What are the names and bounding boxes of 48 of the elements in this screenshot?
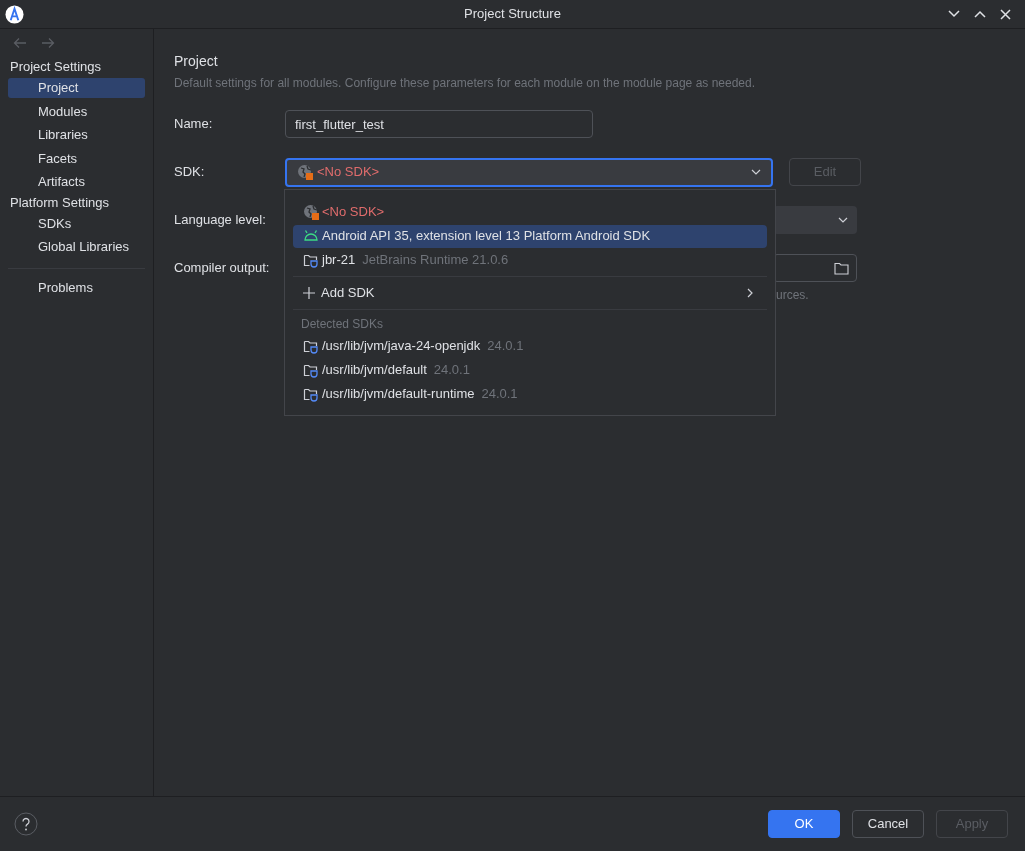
- folder-cup-icon: [303, 338, 319, 354]
- minimize-icon[interactable]: [948, 10, 960, 18]
- field-label: SDK:: [174, 163, 206, 182]
- hint-text: urces.: [776, 287, 809, 304]
- field-label: Language level:: [174, 211, 267, 230]
- sdk-option[interactable]: /usr/lib/jvm/default 24.0.1: [293, 358, 767, 382]
- sidebar-item[interactable]: Libraries: [8, 124, 145, 145]
- section-description: Default settings for all modules. Configure these parameters for each module on the module page as needed.: [174, 75, 756, 92]
- window-title: Project Structure: [464, 5, 561, 24]
- folder-cup-icon: [303, 386, 319, 402]
- sidebar-section-heading: Platform Settings: [9, 193, 110, 212]
- sdk-option[interactable]: jbr-21 JetBrains Runtime 21.0.6: [293, 248, 767, 272]
- sidebar-item[interactable]: Modules: [8, 101, 145, 122]
- dialog-button[interactable]: Cancel: [852, 810, 924, 838]
- globe-icon: [303, 204, 319, 220]
- field-label: Name:: [174, 115, 214, 134]
- chevron-down-icon: [751, 169, 761, 175]
- chevron-down-icon: [838, 217, 848, 223]
- sdk-option[interactable]: <No SDK>: [293, 200, 767, 224]
- android-icon: [303, 228, 319, 244]
- section-title: Project: [174, 53, 219, 70]
- help-icon[interactable]: [14, 812, 38, 836]
- popup-group-heading: Detected SDKs: [301, 316, 385, 333]
- sdk-dropdown[interactable]: <No SDK>: [285, 157, 773, 187]
- field-label: Compiler output:: [174, 259, 271, 278]
- maximize-icon[interactable]: [974, 10, 986, 18]
- sidebar-item[interactable]: Project: [8, 77, 145, 98]
- close-icon[interactable]: [1000, 8, 1011, 20]
- sdk-value: <No SDK>: [317, 163, 380, 182]
- sdk-option[interactable]: /usr/lib/jvm/default-runtime 24.0.1: [293, 382, 767, 406]
- dialog-button[interactable]: OK: [768, 810, 840, 838]
- globe-icon: [297, 164, 313, 180]
- add-sdk-option[interactable]: Add SDK: [293, 281, 767, 305]
- folder-icon: [834, 261, 849, 275]
- sidebar-item[interactable]: SDKs: [8, 213, 145, 234]
- folder-cup-icon: [303, 362, 319, 378]
- folder-cup-icon: [303, 252, 319, 268]
- chevron-right-icon: [747, 288, 753, 298]
- sidebar-item[interactable]: Artifacts: [8, 171, 145, 192]
- sidebar-item[interactable]: Global Libraries: [8, 236, 145, 257]
- plus-icon: [303, 287, 315, 299]
- sidebar-section-heading: Project Settings: [9, 58, 103, 76]
- sidebar-item[interactable]: Problems: [8, 277, 145, 298]
- app-logo-icon: [5, 4, 24, 24]
- sdk-option[interactable]: /usr/lib/jvm/java-24-openjdk 24.0.1: [293, 334, 767, 358]
- sdk-option[interactable]: Android API 35, extension level 13 Platform Android SDK: [293, 224, 767, 248]
- sidebar-item[interactable]: Facets: [8, 148, 145, 169]
- name-field[interactable]: first_flutter_test: [285, 110, 593, 138]
